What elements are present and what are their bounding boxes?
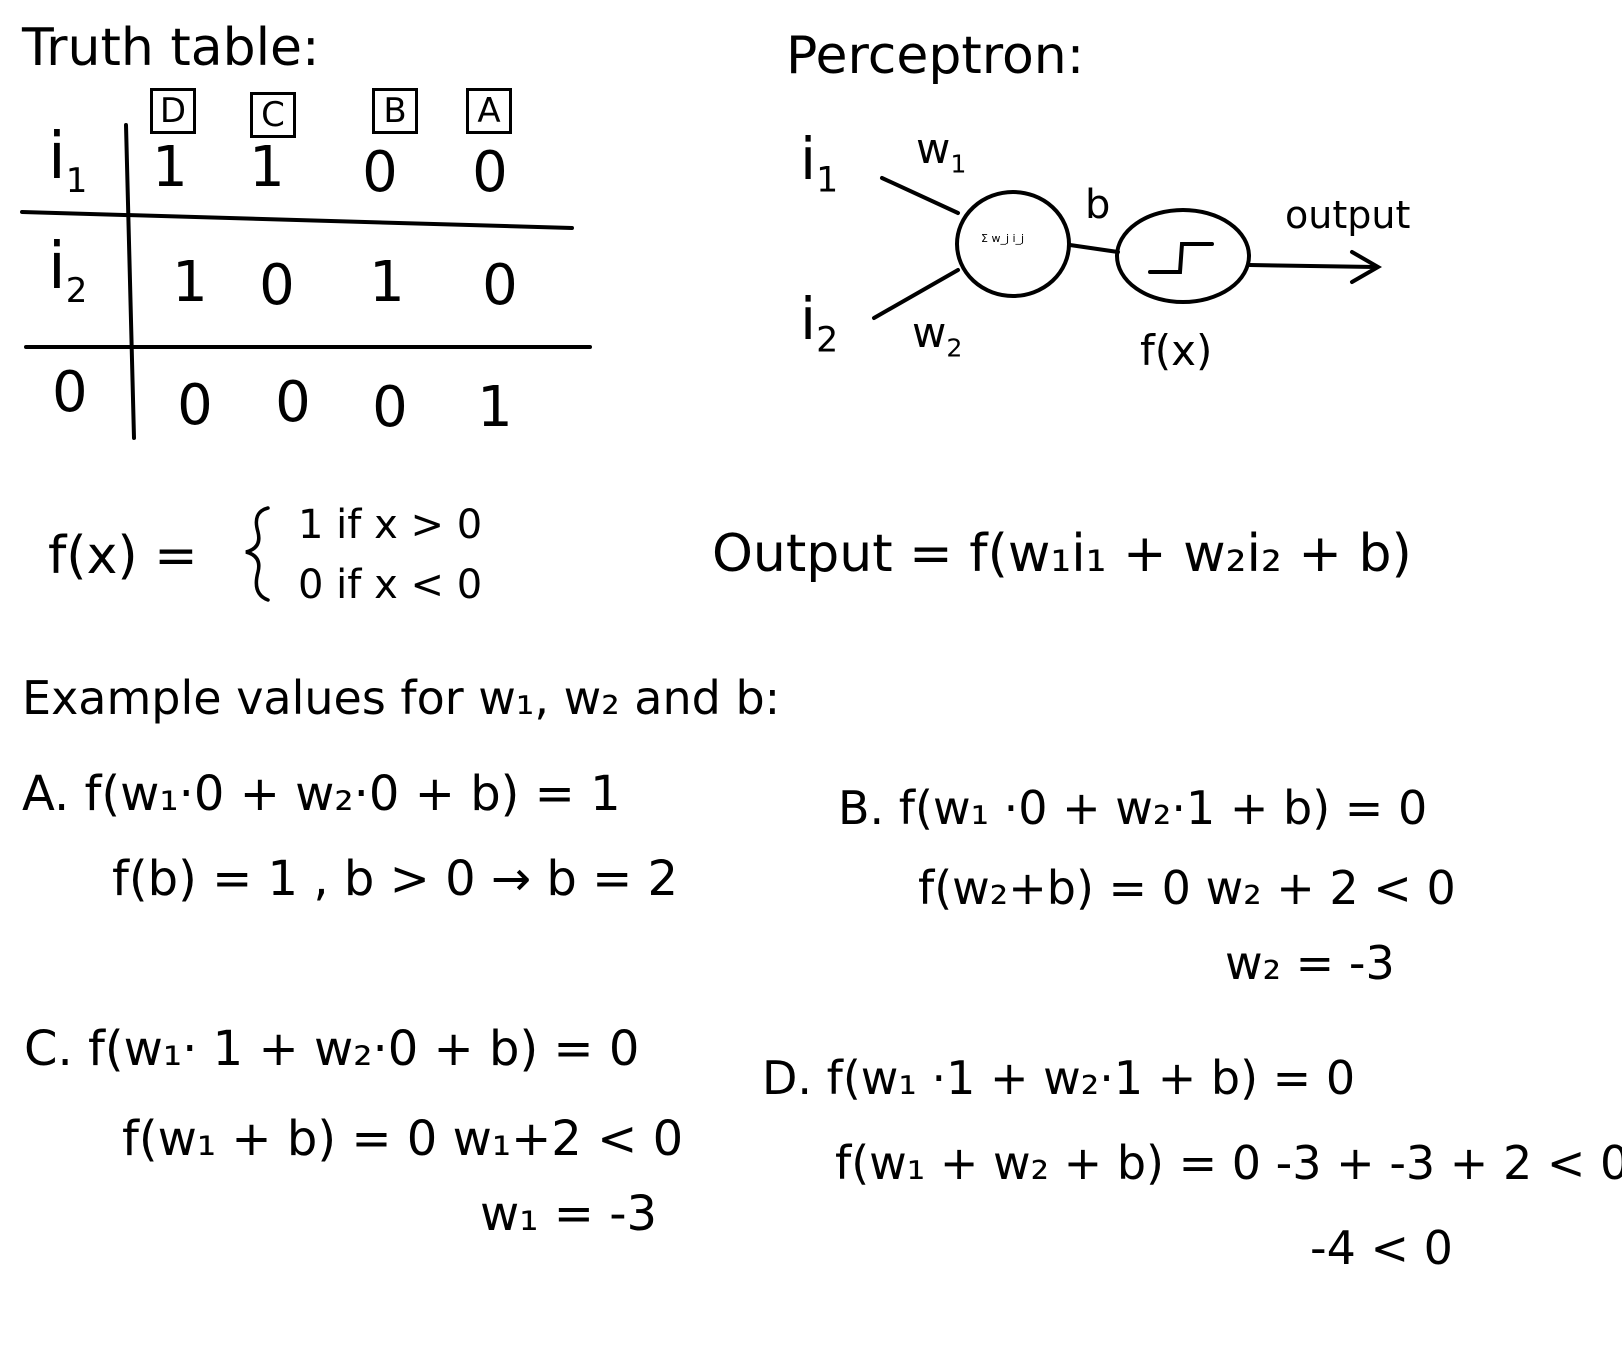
activation-function-lhs: f(x) = (48, 526, 198, 586)
example-c-line-1: C. f(w₁· 1 + w₂·0 + b) = 0 (24, 1021, 640, 1077)
edge-input-1 (880, 176, 960, 215)
examples-heading: Example values for w₁, w₂ and b: (22, 671, 781, 725)
summation-node (955, 190, 1071, 298)
example-b-line-3: w₂ = -3 (1225, 936, 1395, 990)
activation-case-2: 0 if x < 0 (298, 562, 483, 608)
activation-case-1: 1 if x > 0 (298, 502, 483, 548)
step-function-icon (1148, 242, 1214, 274)
output-formula: Output = f(w₁i₁ + w₂i₂ + b) (712, 524, 1412, 584)
example-c-line-3: w₁ = -3 (480, 1186, 658, 1242)
example-d-line-2: f(w₁ + w₂ + b) = 0 -3 + -3 + 2 < 0 (835, 1136, 1622, 1190)
example-c-line-2: f(w₁ + b) = 0 w₁+2 < 0 (122, 1111, 684, 1167)
table-vertical-line (124, 123, 136, 440)
example-a-line-1: A. f(w₁·0 + w₂·0 + b) = 1 (22, 766, 621, 822)
edge-bias (1068, 243, 1120, 254)
edge-input-2 (872, 268, 960, 320)
example-b-line-1: B. f(w₁ ·0 + w₂·1 + b) = 0 (838, 781, 1428, 835)
example-d-line-3: -4 < 0 (1310, 1221, 1453, 1275)
example-b-line-2: f(w₂+b) = 0 w₂ + 2 < 0 (918, 861, 1456, 915)
edge-output (1248, 263, 1377, 269)
example-a-line-2: f(b) = 1 , b > 0 → b = 2 (112, 851, 679, 907)
table-horizontal-line-1 (20, 210, 574, 230)
example-d-line-1: D. f(w₁ ·1 + w₂·1 + b) = 0 (762, 1051, 1356, 1105)
piecewise-brace (245, 506, 270, 602)
